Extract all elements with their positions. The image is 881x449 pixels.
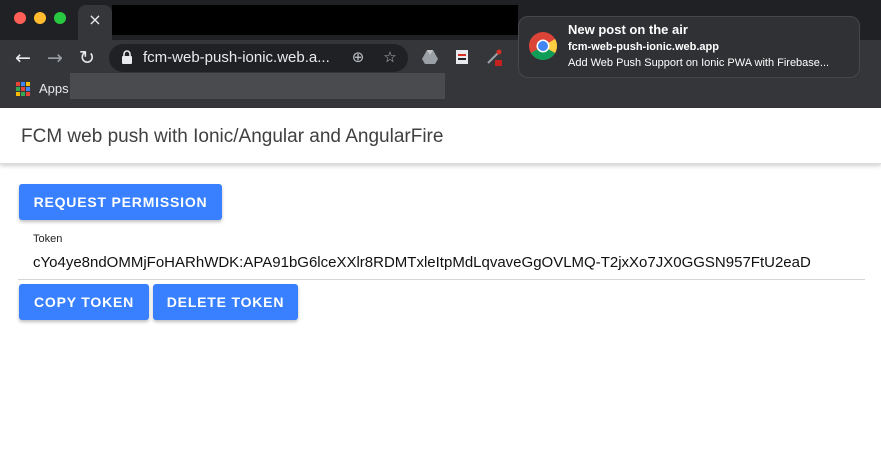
copy-token-button[interactable]: COPY TOKEN — [19, 284, 149, 320]
redacted-tab-area — [112, 5, 518, 35]
window-close-button[interactable] — [14, 12, 26, 24]
window-minimize-button[interactable] — [34, 12, 46, 24]
delete-token-button[interactable]: DELETE TOKEN — [153, 284, 298, 320]
redacted-bookmarks — [70, 73, 445, 99]
page-title: FCM web push with Ionic/Angular and Angu… — [21, 126, 444, 147]
token-label: Token — [33, 233, 63, 245]
lock-icon[interactable] — [121, 50, 133, 64]
eyedropper-icon[interactable] — [485, 48, 503, 66]
tab-close-icon[interactable]: × — [86, 11, 104, 29]
request-permission-button[interactable]: REQUEST PERMISSION — [19, 184, 222, 220]
back-arrow-icon[interactable]: ← — [11, 46, 35, 70]
window-maximize-button[interactable] — [54, 12, 66, 24]
apps-grid-icon[interactable] — [16, 82, 30, 96]
extension-icon[interactable] — [453, 48, 471, 66]
notification-body: Add Web Push Support on Ionic PWA with F… — [568, 57, 830, 69]
apps-bookmark[interactable]: Apps — [39, 81, 69, 97]
token-underline — [18, 279, 865, 280]
star-icon[interactable]: ☆ — [380, 47, 400, 67]
drive-icon[interactable] — [421, 48, 439, 66]
reload-icon[interactable]: ↻ — [75, 46, 99, 70]
token-field[interactable]: cYo4ye8ndOMMjFoHARhWDK:APA91bG6lceXXlr8R… — [33, 253, 848, 273]
chrome-logo-icon — [529, 32, 557, 60]
forward-arrow-icon[interactable]: → — [43, 46, 67, 70]
url-text[interactable]: fcm-web-push-ionic.web.a... — [143, 48, 330, 68]
notification-site: fcm-web-push-ionic.web.app — [568, 41, 719, 53]
add-site-icon[interactable]: ⊕ — [348, 47, 368, 67]
notification-title: New post on the air — [568, 22, 688, 37]
